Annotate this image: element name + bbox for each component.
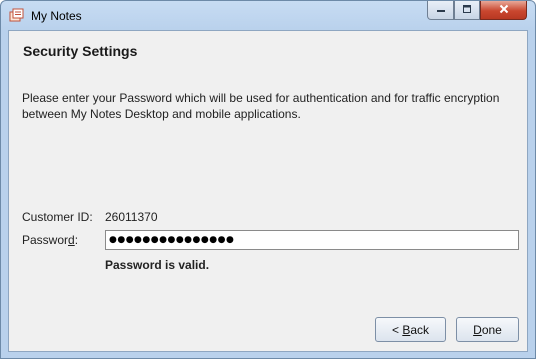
password-field[interactable] (105, 230, 519, 250)
done-mnemonic: D (473, 322, 482, 337)
window-title: My Notes (31, 9, 82, 23)
password-label: Password: (22, 233, 79, 247)
customer-id-value: 26011370 (105, 210, 158, 224)
back-prefix: < (391, 322, 403, 337)
password-status: Password is valid. (105, 258, 210, 272)
dialog-content: Security Settings Please enter your Pass… (8, 30, 528, 352)
app-window: My Notes Security Settings Please enter … (0, 0, 536, 359)
notes-app-icon (9, 8, 25, 24)
page-title: Security Settings (23, 43, 138, 59)
back-label: ack (410, 322, 430, 337)
minimize-icon (436, 4, 446, 17)
minimize-button[interactable] (427, 1, 454, 20)
maximize-button[interactable] (454, 1, 480, 20)
customer-id-label: Customer ID: (22, 210, 93, 224)
done-label: one (481, 322, 502, 337)
title-bar[interactable]: My Notes (1, 1, 535, 30)
maximize-icon (462, 4, 472, 17)
close-icon (499, 4, 509, 17)
done-button[interactable]: Done (456, 317, 519, 342)
close-button[interactable] (480, 1, 527, 20)
page-description: Please enter your Password which will be… (22, 91, 500, 121)
back-button[interactable]: < Back (375, 317, 446, 342)
